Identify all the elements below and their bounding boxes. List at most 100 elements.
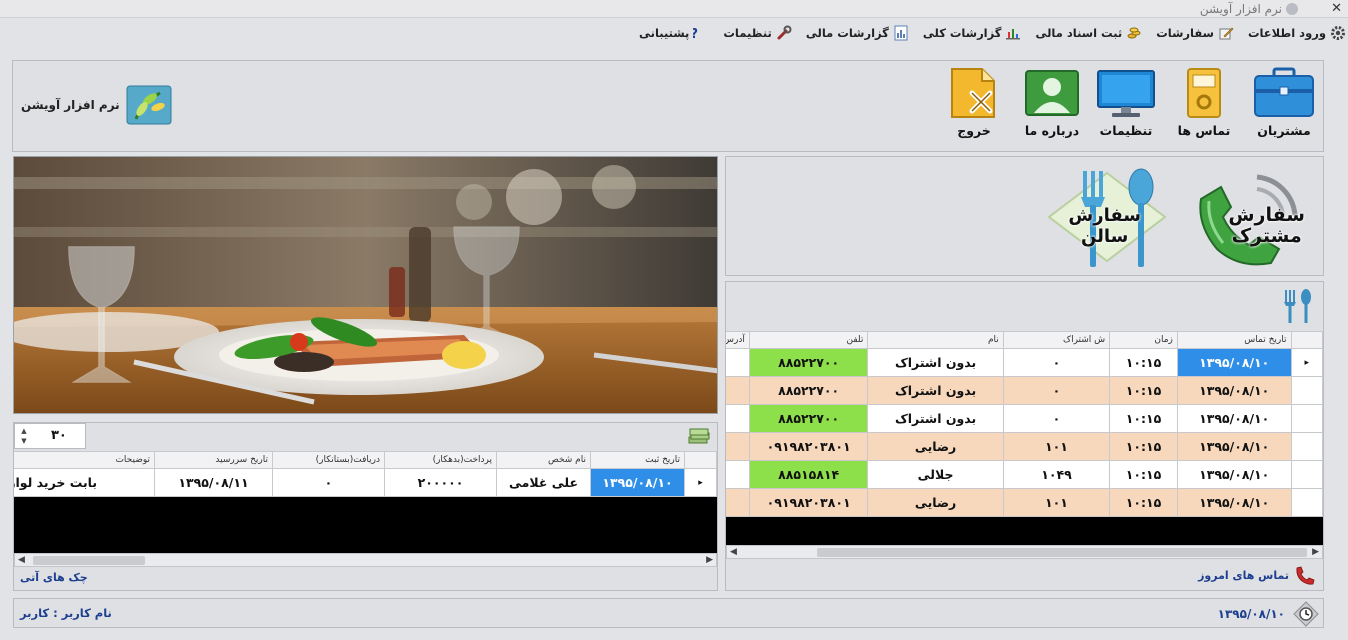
cell-person[interactable]: علی غلامی — [496, 468, 591, 497]
scroll-right-icon[interactable]: ▶ — [1312, 546, 1319, 558]
cell-address[interactable] — [726, 404, 750, 433]
shared-order-text: سفارش مشترک — [1228, 205, 1305, 247]
cell-subscription[interactable]: ۰ — [1002, 348, 1111, 377]
cell-reg-date[interactable]: ۱۳۹۵/۰۸/۱۰ — [590, 468, 685, 497]
scroll-right-icon[interactable]: ▶ — [706, 554, 713, 566]
cheques-hscrollbar[interactable]: ◀ ▶ — [14, 553, 717, 567]
table-row[interactable]: ۸۸۵۲۲۷۰۰ بدون اشتراک ۰ ۱۰:۱۵ ۱۳۹۵/۰۸/۱۰ — [726, 376, 1323, 405]
exit-button[interactable]: خروج — [937, 67, 1011, 138]
upcoming-cheques-label[interactable]: چک های آتی — [20, 571, 88, 584]
scroll-left-icon[interactable]: ◀ — [730, 546, 737, 558]
col-person: نام شخص — [496, 451, 591, 469]
table-row[interactable]: سهروردی خ۰۹۱۹۸۲۰۳۸۰۱رضایی۱۰۱۱۰:۱۵۱۳۹۵/۰۸… — [726, 488, 1323, 517]
calls-hscrollbar[interactable]: ◀ ▶ — [726, 545, 1323, 559]
cell-address[interactable]: سهروردی خ — [726, 432, 750, 461]
cell-phone[interactable]: ۰۹۱۹۸۲۰۳۸۰۱ — [748, 488, 869, 517]
table-row[interactable]: ۸۸۵۲۲۷۰۰ بدون اشتراک ۰ ۱۰:۱۵ ۱۳۹۵/۰۸/۱۰ ▸ — [726, 348, 1323, 377]
cell-subscription[interactable]: ۱۰۱ — [1002, 488, 1111, 517]
cell-phone[interactable]: ۰۹۱۹۸۲۰۳۸۰۱ — [748, 432, 869, 461]
shared-order-line1: سفارش — [1228, 204, 1305, 226]
cell-time[interactable]: ۱۰:۱۵ — [1109, 348, 1178, 377]
row-pointer-icon[interactable] — [1290, 376, 1323, 405]
cell-time[interactable]: ۱۰:۱۵ — [1109, 404, 1178, 433]
days-spinner[interactable]: ▲ ▼ ۳۰ — [14, 423, 86, 449]
customers-label: مشتریان — [1257, 123, 1311, 138]
shared-order-button[interactable]: سفارش مشترک — [1187, 165, 1313, 271]
menu-label: گزارشات مالی — [805, 26, 889, 40]
edit-icon — [1218, 25, 1234, 41]
spinner-arrows[interactable]: ▲ ▼ — [17, 426, 31, 446]
row-pointer-icon[interactable] — [1290, 488, 1323, 517]
money-stack-icon — [687, 426, 711, 446]
table-row[interactable]: بابت خرید لوازم آشپ۱۳۹۵/۰۸/۱۱۰۲۰۰۰۰۰علی … — [14, 468, 717, 497]
today-calls-link[interactable]: تماس های امروز — [1198, 562, 1317, 588]
cell-call-date[interactable]: ۱۳۹۵/۰۸/۱۰ — [1176, 348, 1292, 377]
customers-button[interactable]: مشتریان — [1247, 67, 1321, 138]
cell-call-date[interactable]: ۱۳۹۵/۰۸/۱۰ — [1176, 376, 1292, 405]
row-pointer-icon[interactable] — [1290, 432, 1323, 461]
cell-description[interactable]: بابت خرید لوازم آشپ — [14, 468, 155, 497]
row-pointer-icon[interactable]: ▸ — [1290, 348, 1323, 377]
col-indicator — [684, 451, 717, 469]
cell-address[interactable]: نصرت غربی — [726, 460, 750, 489]
row-pointer-icon[interactable] — [1290, 404, 1323, 433]
spinner-up-icon[interactable]: ▲ — [17, 426, 31, 436]
cell-subscription[interactable]: ۰ — [1002, 376, 1111, 405]
cell-phone[interactable]: ۸۸۵۱۵۸۱۴ — [748, 460, 869, 489]
cell-subscription[interactable]: ۰ — [1002, 404, 1111, 433]
cell-phone[interactable]: ۸۸۵۲۲۷۰۰ — [748, 376, 869, 405]
close-icon[interactable]: ✕ — [1331, 0, 1342, 18]
scroll-left-icon[interactable]: ◀ — [18, 554, 25, 566]
cell-name[interactable]: بدون اشتراک — [867, 348, 1004, 377]
cell-call-date[interactable]: ۱۳۹۵/۰۸/۱۰ — [1176, 488, 1292, 517]
cell-address[interactable] — [726, 376, 750, 405]
cell-address[interactable] — [726, 348, 750, 377]
phone-device-icon — [1187, 68, 1221, 118]
cheques-scroll-thumb[interactable] — [33, 556, 145, 565]
row-pointer-icon[interactable] — [1290, 460, 1323, 489]
menu-item-financial-docs[interactable]: ثبت اسناد مالی — [1035, 25, 1142, 41]
cell-call-date[interactable]: ۱۳۹۵/۰۸/۱۰ — [1176, 460, 1292, 489]
hall-order-button[interactable]: سفارش سالن — [1041, 161, 1173, 273]
cell-paid[interactable]: ۲۰۰۰۰۰ — [384, 468, 497, 497]
cell-name[interactable]: رضایی — [867, 432, 1004, 461]
cell-time[interactable]: ۱۰:۱۵ — [1109, 432, 1178, 461]
settings-button[interactable]: تنظیمات — [1089, 67, 1163, 138]
table-row[interactable]: نصرت غربی۸۸۵۱۵۸۱۴جلالی۱۰۴۹۱۰:۱۵۱۳۹۵/۰۸/۱… — [726, 460, 1323, 489]
app-icon — [1286, 3, 1298, 15]
menu-item-general-reports[interactable]: گزارشات کلی — [923, 25, 1022, 41]
col-received: دریافت(بستانکار) — [272, 451, 385, 469]
contacts-button[interactable]: تماس ها — [1167, 67, 1241, 138]
cell-call-date[interactable]: ۱۳۹۵/۰۸/۱۰ — [1176, 432, 1292, 461]
calls-scroll-thumb[interactable] — [817, 548, 1307, 557]
cell-phone[interactable]: ۸۸۵۲۲۷۰۰ — [748, 348, 869, 377]
menu-item-support[interactable]: ? پشتیبانی — [639, 25, 709, 42]
cell-time[interactable]: ۱۰:۱۵ — [1109, 376, 1178, 405]
col-phone: تلفن — [748, 331, 869, 349]
menu-item-orders[interactable]: سفارشات — [1156, 25, 1234, 41]
cell-name[interactable]: بدون اشتراک — [867, 376, 1004, 405]
menu-item-financial-reports[interactable]: گزارشات مالی — [806, 25, 909, 41]
cell-time[interactable]: ۱۰:۱۵ — [1109, 488, 1178, 517]
cell-phone[interactable]: ۸۸۵۲۲۷۰۰ — [748, 404, 869, 433]
cell-call-date[interactable]: ۱۳۹۵/۰۸/۱۰ — [1176, 404, 1292, 433]
cell-due-date[interactable]: ۱۳۹۵/۰۸/۱۱ — [154, 468, 273, 497]
cell-subscription[interactable]: ۱۰۴۹ — [1002, 460, 1111, 489]
menu-item-data-entry[interactable]: ورود اطلاعات — [1248, 25, 1346, 41]
exit-label: خروج — [957, 123, 991, 138]
spinner-down-icon[interactable]: ▼ — [17, 436, 31, 446]
briefcase-icon — [1254, 67, 1314, 117]
cell-name[interactable]: جلالی — [867, 460, 1004, 489]
cell-name[interactable]: بدون اشتراک — [867, 404, 1004, 433]
cell-address[interactable]: سهروردی خ — [726, 488, 750, 517]
calls-table: آدرس تلفن نام ش اشتراک زمان تاریخ تماس ۸… — [726, 331, 1323, 517]
cell-subscription[interactable]: ۱۰۱ — [1002, 432, 1111, 461]
menu-item-settings[interactable]: تنظیمات — [723, 25, 792, 41]
cell-time[interactable]: ۱۰:۱۵ — [1109, 460, 1178, 489]
about-button[interactable]: درباره ما — [1015, 67, 1089, 138]
cell-received[interactable]: ۰ — [272, 468, 385, 497]
table-row[interactable]: سهروردی خ۰۹۱۹۸۲۰۳۸۰۱رضایی۱۰۱۱۰:۱۵۱۳۹۵/۰۸… — [726, 432, 1323, 461]
row-pointer-icon[interactable]: ▸ — [684, 468, 717, 497]
table-row[interactable]: ۸۸۵۲۲۷۰۰ بدون اشتراک ۰ ۱۰:۱۵ ۱۳۹۵/۰۸/۱۰ — [726, 404, 1323, 433]
cell-name[interactable]: رضایی — [867, 488, 1004, 517]
